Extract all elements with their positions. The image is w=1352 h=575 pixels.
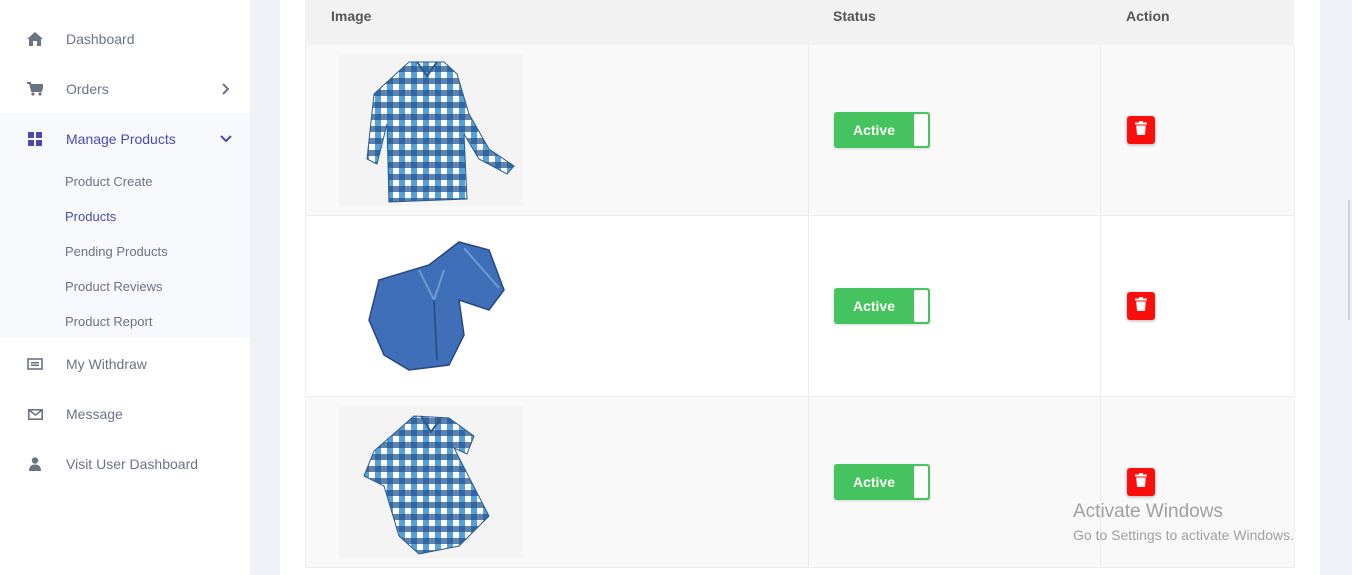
product-image-denim-shirt (339, 230, 523, 382)
windows-watermark-subtitle: Go to Settings to activate Windows. (1073, 527, 1294, 543)
home-icon (26, 30, 44, 48)
submenu-product-create[interactable]: Product Create (65, 174, 152, 189)
envelope-icon (26, 405, 44, 423)
table-row: Active (305, 45, 1295, 216)
user-icon (26, 455, 44, 473)
nav-visit-user-dashboard-label: Visit User Dashboard (66, 456, 199, 472)
trash-icon (1135, 120, 1147, 140)
cart-icon (26, 80, 44, 98)
nav-orders-label: Orders (66, 81, 109, 97)
nav-my-withdraw-label: My Withdraw (66, 356, 147, 372)
delete-button[interactable] (1127, 292, 1155, 320)
header-status: Status (833, 8, 876, 24)
table-row: Active (305, 216, 1295, 397)
submenu-product-reviews[interactable]: Product Reviews (65, 279, 163, 294)
table-header: Image Status Action (305, 0, 1294, 45)
money-icon (26, 355, 44, 373)
nav-visit-user-dashboard[interactable]: Visit User Dashboard (0, 439, 250, 489)
trash-icon (1135, 296, 1147, 316)
nav-manage-products[interactable]: Manage Products (0, 114, 250, 164)
trash-icon (1135, 472, 1147, 492)
product-image-short-sleeve-shirt (339, 406, 523, 558)
grid-icon (26, 130, 44, 148)
products-card: Image Status Action Active Active Active (280, 0, 1320, 575)
submenu-product-report[interactable]: Product Report (65, 314, 152, 329)
delete-button[interactable] (1127, 116, 1155, 144)
scrollbar[interactable] (1348, 200, 1350, 320)
nav-message[interactable]: Message (0, 389, 250, 439)
nav-manage-products-label: Manage Products (66, 131, 176, 147)
sidebar: Dashboard Orders Product Create Products… (0, 0, 250, 575)
status-toggle[interactable]: Active (834, 464, 930, 500)
nav-orders[interactable]: Orders (0, 64, 250, 114)
submenu-pending-products[interactable]: Pending Products (65, 244, 168, 259)
header-action: Action (1126, 8, 1170, 24)
status-toggle[interactable]: Active (834, 288, 930, 324)
status-toggle[interactable]: Active (834, 112, 930, 148)
windows-watermark-title: Activate Windows (1073, 501, 1223, 522)
product-image-checkered-shirt (339, 54, 523, 206)
chevron-right-icon (219, 82, 233, 96)
nav-message-label: Message (66, 406, 123, 422)
header-image: Image (331, 8, 372, 24)
nav-my-withdraw[interactable]: My Withdraw (0, 339, 250, 389)
submenu-products[interactable]: Products (65, 209, 116, 224)
chevron-down-icon (219, 132, 233, 146)
delete-button[interactable] (1127, 468, 1155, 496)
nav-dashboard[interactable]: Dashboard (0, 14, 250, 64)
nav-dashboard-label: Dashboard (66, 31, 135, 47)
